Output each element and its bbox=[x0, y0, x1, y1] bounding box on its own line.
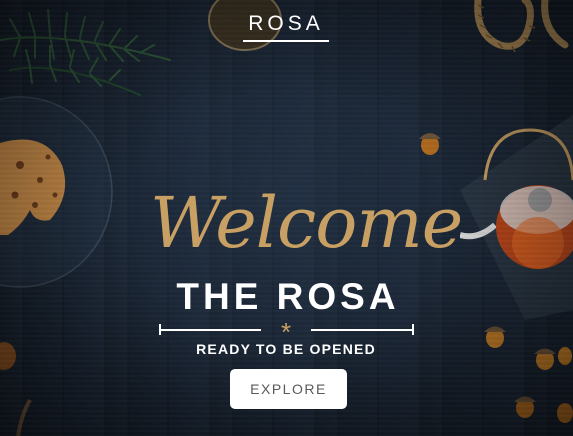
rope-icon bbox=[474, 0, 569, 53]
pine-branch-icon bbox=[0, 9, 171, 96]
hero-subtitle: READY TO BE OPENED bbox=[196, 341, 376, 357]
cookie-icon bbox=[0, 139, 66, 235]
explore-button[interactable]: EXPLORE bbox=[230, 369, 347, 409]
acorn-icon bbox=[419, 133, 441, 155]
divider-right-cap bbox=[412, 324, 414, 335]
divider-right bbox=[311, 329, 414, 331]
acorn-icon bbox=[484, 326, 573, 423]
hero-script-heading: Welcome bbox=[150, 182, 463, 264]
divider-left bbox=[159, 329, 261, 331]
hero-title: THE ROSA bbox=[176, 276, 400, 317]
brand-underline bbox=[243, 40, 329, 42]
acorn-icon bbox=[0, 342, 32, 436]
hero-section: ROSA Welcome THE ROSA * READY TO BE OPEN… bbox=[0, 0, 573, 436]
teapot-icon bbox=[460, 128, 573, 269]
